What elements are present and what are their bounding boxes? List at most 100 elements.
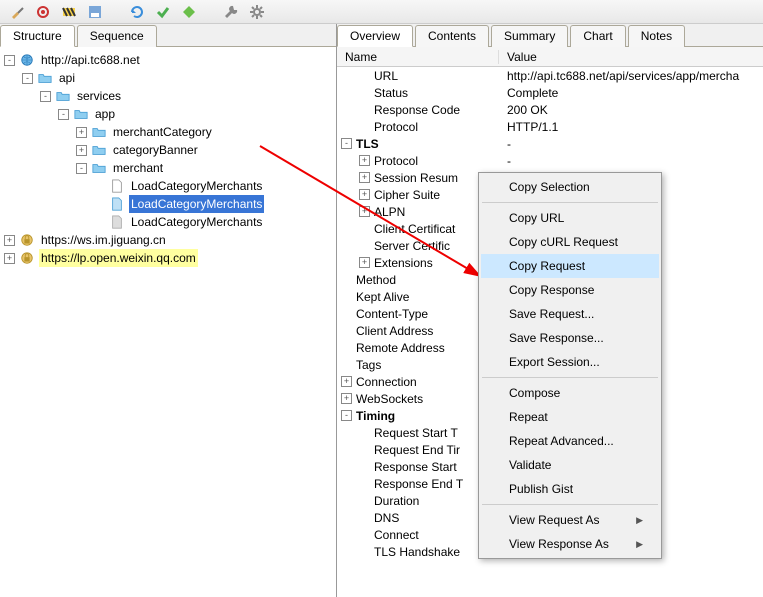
context-menu: Copy Selection Copy URL Copy cURL Request C… — [478, 172, 662, 559]
prop-toggle[interactable]: - — [341, 138, 352, 149]
tab-structure[interactable]: Structure — [0, 25, 75, 47]
tree-item[interactable]: -merchant — [4, 159, 336, 177]
tree-item[interactable]: LoadCategoryMerchants — [4, 177, 336, 195]
menu-item[interactable]: Copy cURL Request — [481, 230, 659, 254]
tree-toggle[interactable]: + — [4, 253, 15, 264]
tab-contents[interactable]: Contents — [415, 25, 489, 47]
property-row[interactable]: Response Code200 OK — [337, 101, 763, 118]
prop-toggle[interactable]: + — [359, 189, 370, 200]
menu-item[interactable]: Repeat Advanced... — [481, 429, 659, 453]
menu-item[interactable]: Save Request... — [481, 302, 659, 326]
tree-toggle[interactable]: + — [76, 127, 87, 138]
menu-item[interactable]: Copy Selection — [481, 175, 659, 199]
property-row[interactable]: URLhttp://api.tc688.net/api/services/app… — [337, 67, 763, 84]
tree-toggle[interactable]: + — [76, 145, 87, 156]
tree-label: merchantCategory — [111, 123, 214, 141]
tab-overview[interactable]: Overview — [337, 25, 413, 47]
submenu-arrow-icon: ▶ — [636, 539, 643, 550]
menu-item[interactable]: Save Response... — [481, 326, 659, 350]
save-icon[interactable] — [84, 2, 106, 22]
prop-toggle[interactable]: + — [359, 206, 370, 217]
prop-name: Content-Type — [356, 307, 428, 321]
menu-item[interactable]: Export Session... — [481, 350, 659, 374]
toolbar — [0, 0, 763, 24]
tree-item[interactable]: + merchantCategory — [4, 123, 336, 141]
tree-label: services — [75, 87, 123, 105]
prop-name: Response Start — [374, 460, 457, 474]
prop-name: Duration — [374, 494, 419, 508]
menu-item[interactable]: Validate — [481, 453, 659, 477]
structure-tree[interactable]: -http://api.tc688.net-api-services-app+m… — [0, 47, 336, 597]
find-icon[interactable] — [178, 2, 200, 22]
record-icon[interactable] — [32, 2, 54, 22]
menu-label: Publish Gist — [509, 482, 573, 496]
prop-name: WebSockets — [356, 392, 423, 406]
tab-chart[interactable]: Chart — [570, 25, 625, 47]
prop-name: Extensions — [374, 256, 433, 270]
prop-value: HTTP/1.1 — [499, 120, 763, 134]
right-tabs: Overview Contents Summary Chart Notes — [337, 24, 763, 47]
tree-item[interactable]: +https://lp.open.weixin.qq.com — [4, 249, 336, 267]
prop-name: Remote Address — [356, 341, 445, 355]
check-icon[interactable] — [152, 2, 174, 22]
prop-toggle[interactable]: + — [359, 257, 370, 268]
menu-label: Validate — [509, 458, 551, 472]
menu-item[interactable]: Repeat — [481, 405, 659, 429]
prop-name: Request Start T — [374, 426, 458, 440]
tree-item[interactable]: LoadCategoryMerchants — [4, 213, 336, 231]
tree-item[interactable]: - services — [4, 87, 336, 105]
property-row[interactable]: ProtocolHTTP/1.1 — [337, 118, 763, 135]
construction-icon[interactable] — [58, 2, 80, 22]
folder-icon — [91, 143, 107, 157]
menu-item[interactable]: View Response As▶ — [481, 532, 659, 556]
property-row[interactable]: +Protocol- — [337, 152, 763, 169]
property-row[interactable]: StatusComplete — [337, 84, 763, 101]
tree-item[interactable]: - http://api.tc688.net — [4, 51, 336, 69]
menu-separator — [482, 504, 658, 505]
menu-label: Copy URL — [509, 211, 564, 225]
prop-toggle[interactable]: - — [341, 410, 352, 421]
prop-name: Session Resum — [374, 171, 458, 185]
prop-name: Kept Alive — [356, 290, 409, 304]
tab-notes[interactable]: Notes — [628, 25, 685, 47]
tree-item[interactable]: +https://ws.im.jiguang.cn — [4, 231, 336, 249]
tree-toggle[interactable]: + — [4, 235, 15, 246]
menu-item[interactable]: Publish Gist — [481, 477, 659, 501]
tree-label: http://api.tc688.net — [39, 51, 142, 69]
menu-item[interactable]: Copy Response — [481, 278, 659, 302]
tree-toggle[interactable]: - — [40, 91, 51, 102]
tree-item[interactable]: -api — [4, 69, 336, 87]
tree-toggle[interactable]: - — [76, 163, 87, 174]
overview-headers: Name Value — [337, 47, 763, 67]
prop-toggle[interactable]: + — [359, 172, 370, 183]
tab-sequence[interactable]: Sequence — [77, 25, 157, 47]
tree-toggle[interactable]: - — [22, 73, 33, 84]
refresh-icon[interactable] — [126, 2, 148, 22]
file-gray-icon — [109, 215, 125, 229]
tab-summary[interactable]: Summary — [491, 25, 568, 47]
folder-icon — [91, 125, 107, 139]
property-row[interactable]: -TLS- — [337, 135, 763, 152]
tree-item[interactable]: -app — [4, 105, 336, 123]
tree-item[interactable]: + categoryBanner — [4, 141, 336, 159]
tree-toggle[interactable]: - — [4, 55, 15, 66]
prop-toggle[interactable]: + — [359, 155, 370, 166]
wrench-icon[interactable] — [220, 2, 242, 22]
menu-item[interactable]: Copy Request — [481, 254, 659, 278]
broom-icon[interactable] — [6, 2, 28, 22]
prop-toggle[interactable]: + — [341, 393, 352, 404]
menu-item[interactable]: View Request As▶ — [481, 508, 659, 532]
tree-toggle[interactable]: - — [58, 109, 69, 120]
menu-label: Copy cURL Request — [509, 235, 618, 249]
prop-toggle[interactable]: + — [341, 376, 352, 387]
gear-icon[interactable] — [246, 2, 268, 22]
menu-label: Compose — [509, 386, 560, 400]
menu-item[interactable]: Compose — [481, 381, 659, 405]
prop-name: Status — [374, 86, 408, 100]
file-sel-icon — [109, 197, 125, 211]
menu-item[interactable]: Copy URL — [481, 206, 659, 230]
prop-name: Connect — [374, 528, 419, 542]
tree-label: categoryBanner — [111, 141, 200, 159]
tree-item[interactable]: LoadCategoryMerchants — [4, 195, 336, 213]
menu-label: Repeat — [509, 410, 548, 424]
